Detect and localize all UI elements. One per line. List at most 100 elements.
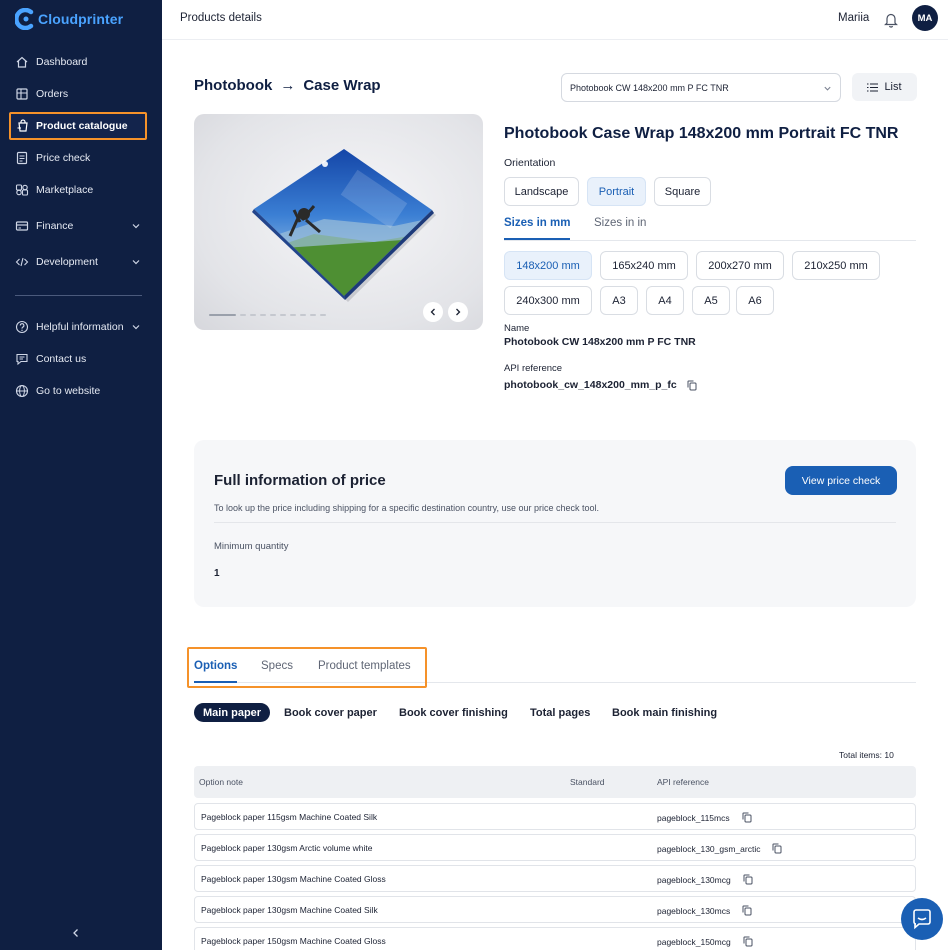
sidebar-item-label: Development: [36, 256, 98, 268]
sidebar-item-contact-us[interactable]: Contact us: [0, 352, 162, 366]
api-reference: photobook_cw_148x200_mm_p_fc: [504, 379, 697, 391]
api-reference-cell: pageblock_115mcs: [657, 812, 730, 823]
chat-widget-button[interactable]: [901, 898, 943, 940]
tab-sizes-in[interactable]: Sizes in in: [594, 217, 646, 229]
carousel-dot[interactable]: [250, 314, 256, 316]
code-icon: [15, 257, 29, 267]
copy-icon[interactable]: [743, 936, 753, 947]
carousel-dot[interactable]: [280, 314, 286, 316]
photobook-image: [252, 149, 436, 302]
option-group-book-cover-finishing[interactable]: Book cover finishing: [399, 703, 508, 722]
sidebar-item-product-catalogue[interactable]: Product catalogue: [9, 112, 147, 140]
carousel-dot[interactable]: [310, 314, 316, 316]
list-icon: [867, 82, 879, 92]
chat-icon: [16, 353, 28, 366]
option-group-book-cover-paper[interactable]: Book cover paper: [284, 703, 377, 722]
chevron-left-icon: [430, 308, 435, 316]
tab-sizes-mm[interactable]: Sizes in mm: [504, 217, 571, 240]
bell-icon[interactable]: [883, 11, 899, 28]
chevron-down-icon: [132, 260, 140, 265]
logo-text: Cloudprinter: [38, 11, 124, 27]
size-option[interactable]: 210x250 mm: [792, 251, 880, 280]
user-name[interactable]: Mariia: [838, 12, 869, 24]
sidebar-item-orders[interactable]: Orders: [0, 87, 162, 101]
product-image-carousel[interactable]: [194, 114, 483, 330]
product-select[interactable]: Photobook CW 148x200 mm P FC TNR: [561, 73, 841, 102]
sidebar-item-label: Dashboard: [36, 56, 88, 68]
logo[interactable]: Cloudprinter: [15, 8, 123, 30]
option-note: Pageblock paper 150gsm Machine Coated Gl…: [201, 936, 386, 946]
price-info-card: Full information of price To look up the…: [194, 440, 916, 607]
copy-icon[interactable]: [772, 843, 782, 854]
column-header: Standard: [570, 777, 605, 787]
collapse-sidebar-icon[interactable]: [70, 927, 82, 939]
carousel-dot[interactable]: [270, 314, 276, 316]
orientation-landscape[interactable]: Landscape: [504, 177, 579, 206]
option-group-total-pages[interactable]: Total pages: [530, 703, 590, 722]
size-option[interactable]: 148x200 mm: [504, 251, 592, 280]
size-option[interactable]: A4: [646, 286, 684, 315]
carousel-dot[interactable]: [260, 314, 266, 316]
carousel-dot[interactable]: [209, 314, 236, 316]
option-note: Pageblock paper 130gsm Arctic volume whi…: [201, 843, 373, 853]
price-check-icon: [16, 151, 28, 165]
size-option[interactable]: A6: [736, 286, 774, 315]
finance-icon: [15, 221, 29, 231]
option-group-main-paper[interactable]: Main paper: [194, 703, 271, 722]
sidebar-item-finance[interactable]: Finance: [0, 219, 162, 233]
sidebar-item-label: Orders: [36, 88, 69, 100]
list-button[interactable]: List: [852, 73, 917, 101]
table-row: Pageblock paper 130gsm Machine Coated Gl…: [194, 865, 916, 892]
minimum-quantity-value: 1: [214, 568, 220, 579]
sidebar-item-go-to-website[interactable]: Go to website: [0, 384, 162, 398]
api-reference-cell: pageblock_130mcs: [657, 905, 731, 916]
sidebar-divider: [15, 295, 142, 296]
copy-icon[interactable]: [742, 905, 752, 916]
breadcrumb-category[interactable]: Photobook: [194, 77, 272, 94]
size-option[interactable]: A5: [692, 286, 730, 315]
page-title: Products details: [180, 12, 262, 24]
table-row: Pageblock paper 130gsm Arctic volume whi…: [194, 834, 916, 861]
list-button-label: List: [884, 81, 902, 93]
orientation-square[interactable]: Square: [654, 177, 711, 206]
chevron-down-icon: [824, 86, 831, 91]
price-info-title: Full information of price: [214, 472, 386, 489]
copy-icon[interactable]: [742, 812, 752, 823]
carousel-dot[interactable]: [290, 314, 296, 316]
sidebar-item-marketplace[interactable]: Marketplace: [0, 183, 162, 197]
carousel-next-button[interactable]: [448, 302, 468, 322]
sidebar-item-helpful-information[interactable]: Helpful information: [0, 320, 162, 334]
size-option[interactable]: 240x300 mm: [504, 286, 592, 315]
price-info-description: To look up the price including shipping …: [214, 503, 600, 513]
sidebar-item-dashboard[interactable]: Dashboard: [0, 55, 162, 69]
carousel-dot[interactable]: [240, 314, 246, 316]
avatar[interactable]: MA: [912, 5, 938, 31]
size-option[interactable]: 200x270 mm: [696, 251, 784, 280]
tabs-highlight: [187, 647, 427, 688]
size-unit-tabs: Sizes in mm Sizes in in: [504, 215, 916, 241]
marketplace-icon: [15, 184, 29, 196]
sidebar-item-label: Marketplace: [36, 184, 94, 196]
carousel-prev-button[interactable]: [423, 302, 443, 322]
sidebar-item-development[interactable]: Development: [0, 255, 162, 269]
copy-icon[interactable]: [687, 380, 697, 391]
carousel-dot[interactable]: [320, 314, 326, 316]
table-header: Option note Standard API reference: [194, 766, 916, 798]
api-reference-label: API reference: [504, 363, 563, 374]
orientation-portrait[interactable]: Portrait: [587, 177, 646, 206]
copy-icon[interactable]: [743, 874, 753, 885]
size-option[interactable]: A3: [600, 286, 638, 315]
size-option[interactable]: 165x240 mm: [600, 251, 688, 280]
option-note: Pageblock paper 115gsm Machine Coated Si…: [201, 812, 378, 822]
chevron-down-icon: [132, 224, 140, 229]
column-header: Option note: [199, 777, 243, 787]
sidebar-item-price-check[interactable]: Price check: [0, 151, 162, 165]
option-group-book-main-finishing[interactable]: Book main finishing: [612, 703, 717, 722]
view-price-check-button[interactable]: View price check: [785, 466, 897, 495]
breadcrumb-subcategory: Case Wrap: [303, 77, 381, 94]
globe-icon: [15, 384, 29, 398]
minimum-quantity-label: Minimum quantity: [214, 541, 289, 552]
catalogue-icon: [17, 119, 28, 132]
sidebar-item-label: Price check: [36, 152, 91, 164]
carousel-dot[interactable]: [300, 314, 306, 316]
